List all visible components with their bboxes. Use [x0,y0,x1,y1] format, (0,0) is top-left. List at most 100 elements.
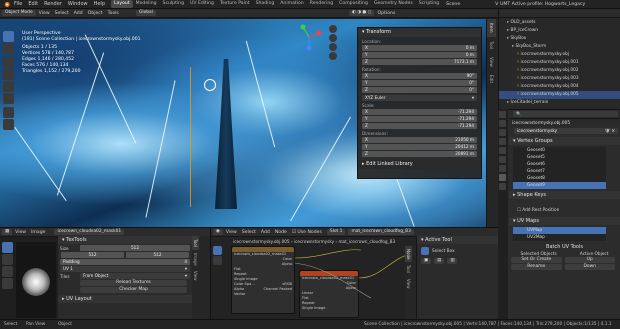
workspace-tab-uv-editing[interactable]: UV Editing [187,0,217,8]
uv-menu-image[interactable]: Image [31,230,45,235]
scene-selector[interactable]: Scene [446,2,460,7]
uv-tab-image[interactable]: Image [192,250,199,269]
workspace-tab-compositing[interactable]: Compositing [336,0,371,8]
checker-map-button[interactable]: Checker Map [80,287,187,293]
vertex-group-item[interactable]: Geoset6 [513,161,606,168]
down-button[interactable]: Down [564,264,615,270]
outliner-item[interactable]: ▿ icecrownstormysky.obj.004 [499,83,620,91]
outliner-item[interactable]: ▸ OLD_assets [499,19,620,27]
object-properties-tab-icon[interactable] [499,156,506,163]
rename-button[interactable]: Rename [511,264,562,270]
menu-render[interactable]: Render [44,1,62,7]
navigation-gizmo[interactable] [295,23,323,51]
set-or-create-button[interactable]: Set Or Create [511,257,562,263]
size-width-field[interactable]: 512 [61,252,124,258]
outliner-item[interactable]: ▿ icecrownstormysky.obj.005 [499,91,620,99]
world-properties-tab-icon[interactable] [499,147,506,154]
move-tool-icon[interactable] [3,57,14,68]
workspace-tab-rendering[interactable]: Rendering [307,0,336,8]
pan-hand-icon[interactable] [329,34,337,42]
modifier-properties-tab-icon[interactable] [499,165,506,172]
vertex-group-item[interactable]: Geoset7 [513,168,606,175]
location-y-field[interactable]: Y0 m [362,52,477,58]
uv-grab-tool-icon[interactable] [2,266,13,277]
uv-select-tool-icon[interactable] [2,242,13,253]
menu-select[interactable]: Select [55,11,69,16]
viewport-shading-buttons[interactable]: ◐ ◑ ● ○ [348,10,375,16]
transform-panel-header[interactable]: ▾ Transform [358,28,481,37]
menu-add[interactable]: Add [74,11,83,16]
size-height-field[interactable]: 512 [126,252,189,258]
material-properties-tab-icon[interactable] [499,183,506,190]
reload-textures-button[interactable]: Reload Textures [80,280,187,286]
sidebar-tab-item[interactable]: Item [487,19,496,37]
rotation-z-field[interactable]: Z 0° [362,87,477,93]
workspace-tab-sculpting[interactable]: Sculpting [160,0,187,8]
uv-tab-view[interactable]: View [192,268,199,284]
mesh-datablock-field[interactable]: icecrownstormysky 🛡 ✕ [514,128,618,134]
uv-tab-tool[interactable]: Tool [192,236,199,250]
select-box-tool-icon[interactable] [3,31,14,42]
uv-slot-dropdown[interactable]: UV 1 ▾ [60,266,190,272]
active-tool-row[interactable]: Select Box [417,244,498,258]
shader-tab-node[interactable]: Node [405,246,412,263]
cursor-tool-icon[interactable] [3,43,14,54]
options-dropdown[interactable]: Options [377,11,395,16]
vertex-group-item[interactable]: Geoset9 [513,182,606,189]
uv-image-canvas[interactable] [16,242,56,318]
outliner-item[interactable]: ▿ icecrownstormysky.obj [499,51,620,59]
workspace-tab-layout[interactable]: Layout [111,0,133,8]
outliner-item[interactable]: ▿ icecrownstormysky.obj.002 [499,67,620,75]
output-properties-tab-icon[interactable] [499,129,506,136]
uv-layout-section-header[interactable]: ▸ UV Layout [58,295,192,303]
measure-tool-icon[interactable] [3,119,14,130]
vertex-group-item[interactable]: Geoset5 [513,154,606,161]
uv-cursor-tool-icon[interactable] [2,254,13,265]
blender-logo-icon[interactable] [0,1,10,8]
location-x-field[interactable]: X0 m [362,45,477,51]
outliner-item[interactable]: ▸ IceCitadel_terrain [499,99,620,107]
mode-dropdown[interactable]: Object Mode [2,10,36,16]
scale-z-field[interactable]: Z -71.294 [362,123,477,129]
workspace-tab-animation[interactable]: Animation [277,0,306,8]
rotation-x-field[interactable]: X 90° [362,73,477,79]
ortho-grid-icon[interactable] [329,52,337,60]
mode-new-button[interactable]: ▣ [421,258,432,264]
sidebar-tab-tool[interactable]: Tool [487,37,496,53]
padding-field[interactable]: Padding 4 [60,259,190,265]
object-name-breadcrumb[interactable]: icecrownstormysky.obj.005 [512,121,570,126]
transform-tool-icon[interactable] [3,93,14,104]
mode-subtract-button[interactable]: ▥ [447,258,458,264]
dimensions-y-field[interactable]: Y 20412 m [362,144,477,150]
sidebar-tab-edit[interactable]: Edit [487,71,496,87]
dimensions-x-field[interactable]: X 21050 m [362,137,477,143]
menu-view[interactable]: View [39,11,50,16]
shape-keys-section-header[interactable]: ▸ Shape Keys [509,191,620,199]
menu-file[interactable]: File [14,1,22,7]
transform-orientation-dropdown[interactable]: Global [135,10,156,16]
menu-tools[interactable]: Tools [108,11,119,16]
shader-tab-tool[interactable]: Tool [405,262,412,276]
size-preset-field[interactable]: 512 [80,245,190,251]
workspace-tab-scripting[interactable]: Scripting [416,0,442,8]
uv-menu-view[interactable]: View [15,230,26,235]
menu-object[interactable]: Object [88,11,103,16]
scale-y-field[interactable]: Y -71.294 [362,116,477,122]
textools-section-header[interactable]: ▾ TexTools [58,236,192,244]
annotate-tool-icon[interactable] [3,107,14,118]
vertex-groups-section-header[interactable]: ▾ Vertex Groups [509,137,620,145]
editor-type-icon[interactable]: ▦ [2,229,13,235]
up-button[interactable]: Up [564,257,615,263]
vertex-group-item[interactable]: Geoset0 [513,147,606,154]
render-properties-tab-icon[interactable] [499,120,506,127]
active-tool-header[interactable]: ▾ Active Tool [417,236,498,244]
uv-maps-section-header[interactable]: ▾ UV Maps [509,217,620,225]
camera-view-icon[interactable] [329,43,337,51]
tiles-dropdown[interactable]: From Object ▾ [80,273,190,279]
menu-edit[interactable]: Edit [28,1,38,7]
rotate-tool-icon[interactable] [3,69,14,80]
outliner-item[interactable]: ▿ icecrownstormysky.obj.003 [499,75,620,83]
batch-uv-tools-header[interactable]: Batch UV Tools [509,243,620,251]
uv-map-item[interactable]: UV2Map [513,234,606,241]
rotation-y-field[interactable]: Y 0° [362,80,477,86]
